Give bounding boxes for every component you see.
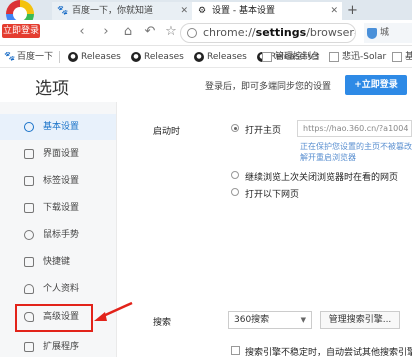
bookmark-item[interactable]: 🐾 百度一下 [4, 50, 53, 64]
search-label: 搜索 [153, 318, 172, 328]
search-engine-select[interactable]: 360搜索 ▼ [228, 311, 312, 329]
sidebar-item-profile[interactable]: 个人资料 [0, 276, 116, 302]
sidebar-item-interface[interactable]: 界面设置 [0, 141, 116, 167]
sidebar-item-label: 界面设置 [43, 149, 80, 159]
login-badge[interactable]: 立即登录 [2, 24, 40, 38]
settings-header: 选项 登录后，即可多端同步您的设置 +立即登录 [0, 68, 412, 102]
unlock-homepage-link[interactable]: 解开重启浏览器 [300, 152, 356, 163]
address-host: settings [255, 26, 307, 39]
bookmark-label: Releases [144, 52, 184, 62]
shield-icon [367, 28, 377, 39]
address-bar[interactable]: chrome://settings/browser#kc [180, 23, 356, 43]
bookmark-item[interactable]: . 管理控制台 [262, 50, 320, 64]
bookmark-label: Releases [81, 52, 121, 62]
sidebar-item-label: 扩展程序 [43, 342, 80, 352]
divider [59, 51, 60, 63]
tab-baidu[interactable]: 🐾 百度一下，你就知道 ✕ [52, 2, 192, 20]
undo-icon[interactable]: ↶ [142, 24, 158, 40]
search-engine-value: 360搜索 [234, 315, 270, 325]
sidebar-item-label: 基本设置 [43, 122, 80, 132]
person-icon [24, 284, 34, 294]
radio-open-homepage[interactable] [231, 124, 239, 132]
radio-continue-last[interactable] [231, 171, 239, 179]
startup-option-label: 打开主页 [245, 126, 282, 136]
page-title: 选项 [35, 79, 69, 99]
gear-icon [24, 122, 34, 132]
sidebar-item-label: 标签设置 [43, 176, 80, 186]
github-icon: ● [131, 52, 141, 62]
homepage-url-field[interactable]: https://hao.360.cn/?a1004 [297, 120, 412, 137]
close-icon[interactable]: ✕ [180, 2, 188, 20]
paw-icon: 🐾 [4, 52, 16, 62]
bookmark-item[interactable]: . 悲迅-Solar [329, 50, 386, 64]
address-scheme: chrome:// [203, 26, 256, 39]
security-icon [187, 28, 197, 38]
mouse-icon [24, 230, 34, 240]
github-icon: ● [194, 52, 204, 62]
sidebar-item-gestures[interactable]: 鼠标手势 [0, 222, 116, 248]
plus-icon: + [354, 80, 362, 90]
tab-icon [24, 176, 34, 186]
sidebar-item-label: 快捷键 [43, 257, 71, 267]
bookmark-label: 百度一下 [17, 52, 54, 62]
tab-title: 设置 - 基本设置 [212, 6, 275, 16]
login-button[interactable]: +立即登录 [345, 75, 407, 95]
github-icon: ● [68, 52, 78, 62]
chevron-down-icon: ▼ [300, 316, 306, 324]
keyboard-icon [24, 257, 34, 267]
bookmark-label: 管理控制台 [275, 52, 321, 62]
tab-title: 百度一下，你就知道 [72, 6, 154, 16]
doc-icon: . [392, 52, 402, 62]
tab-settings[interactable]: ⚙ 设置 - 基本设置 ✕ [192, 2, 342, 20]
download-icon [24, 203, 34, 213]
forward-icon[interactable]: › [98, 24, 114, 40]
bookmark-item[interactable]: ● Releases [68, 50, 121, 64]
search-fallback-checkbox[interactable] [231, 346, 240, 355]
window-icon [24, 149, 34, 159]
address-path: /browser#kc [306, 26, 355, 39]
doc-icon: . [262, 52, 272, 62]
bookmark-label: 基 [405, 52, 412, 62]
paw-icon: 🐾 [57, 6, 69, 16]
radio-open-pages[interactable] [231, 188, 239, 196]
extension-button[interactable]: 城 [364, 23, 412, 43]
highlight-box [15, 304, 93, 332]
close-icon[interactable]: ✕ [330, 2, 338, 20]
startup-option-label: 继续浏览上次关闭浏览器时在看的网页 [245, 173, 399, 183]
sync-text: 登录后，即可多端同步您的设置 [205, 82, 332, 92]
new-tab-button[interactable]: + [347, 3, 358, 18]
gear-icon: ⚙ [197, 6, 207, 16]
login-button-label: 立即登录 [361, 80, 398, 90]
bookmark-item[interactable]: ● Releases [194, 50, 247, 64]
homepage-protect-note: 正在保护您设置的主页不被篡改 [300, 142, 412, 151]
sidebar-item-shortcuts[interactable]: 快捷键 [0, 249, 116, 275]
sidebar-item-basic[interactable]: 基本设置 [0, 114, 116, 140]
manage-search-engines-button[interactable]: 管理搜索引擎... [320, 311, 400, 329]
bookmark-label: Releases [207, 52, 247, 62]
bookmark-label: 悲迅-Solar [342, 52, 387, 62]
home-icon[interactable]: ⌂ [120, 24, 136, 40]
bookmark-item[interactable]: . 基 [392, 50, 412, 64]
sidebar-item-extensions[interactable]: 扩展程序 [0, 334, 116, 360]
sidebar-item-tabs[interactable]: 标签设置 [0, 168, 116, 194]
extension-label: 城 [380, 28, 390, 38]
startup-option-label: 打开以下网页 [245, 190, 300, 200]
puzzle-icon [24, 342, 34, 352]
back-icon[interactable]: ‹ [74, 24, 90, 40]
sidebar-item-label: 个人资料 [43, 284, 80, 294]
doc-icon: . [329, 52, 339, 62]
toolbar: ‹ › ⌂ ↶ ☆ chrome://settings/browser#kc 城 [0, 20, 412, 46]
red-arrow-icon [94, 301, 133, 321]
search-fallback-label: 搜索引擎不稳定时，自动尝试其他搜索引擎 [245, 348, 412, 358]
sidebar-item-label: 鼠标手势 [43, 230, 80, 240]
startup-label: 启动时 [153, 127, 181, 137]
star-icon[interactable]: ☆ [163, 24, 179, 40]
sidebar-item-download[interactable]: 下载设置 [0, 195, 116, 221]
bookmark-item[interactable]: ● Releases [131, 50, 184, 64]
sidebar-item-label: 下载设置 [43, 203, 80, 213]
